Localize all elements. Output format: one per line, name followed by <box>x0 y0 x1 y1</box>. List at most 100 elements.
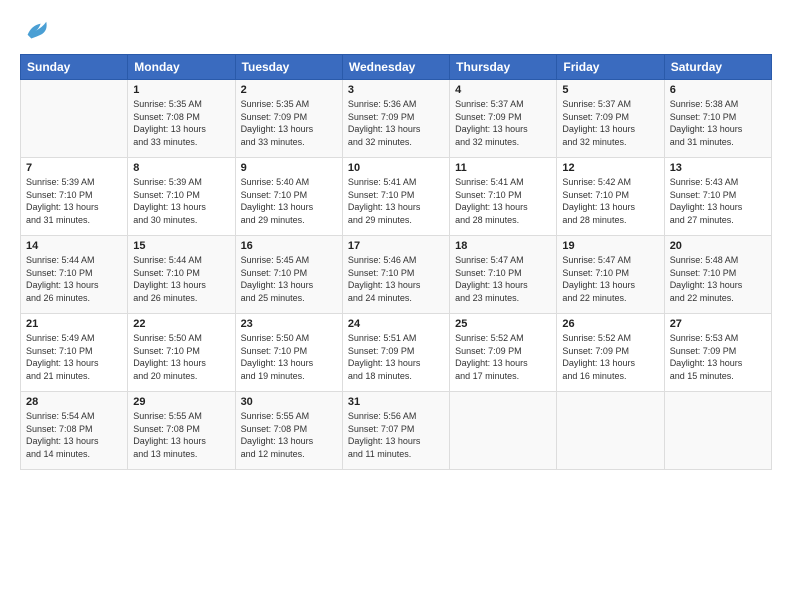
day-number: 28 <box>26 396 122 408</box>
day-number: 15 <box>133 240 229 252</box>
header-wednesday: Wednesday <box>342 55 449 80</box>
calendar-cell: 24Sunrise: 5:51 AM Sunset: 7:09 PM Dayli… <box>342 314 449 392</box>
day-number: 31 <box>348 396 444 408</box>
calendar-cell: 17 Sunrise: 5:46 AM Sunset: 7:10 PM Dayli… <box>342 236 449 314</box>
logo-bird-icon <box>22 18 50 46</box>
day-info: Sunrise: 5:45 AM Sunset: 7:10 PM Dayligh… <box>241 254 337 304</box>
day-number: 3 <box>348 84 444 96</box>
day-number: 13 <box>670 162 766 174</box>
calendar-cell <box>557 392 664 470</box>
day-info: Sunrise: 5:44 AM Sunset: 7:10 PM Dayligh… <box>26 254 122 304</box>
header-row: SundayMondayTuesdayWednesdayThursdayFrid… <box>21 55 772 80</box>
day-number: 5 <box>562 84 658 96</box>
calendar-table: SundayMondayTuesdayWednesdayThursdayFrid… <box>20 54 772 470</box>
logo <box>20 22 50 46</box>
day-number: 26 <box>562 318 658 330</box>
day-number: 12 <box>562 162 658 174</box>
calendar-cell <box>21 80 128 158</box>
day-info: Sunrise: 5:38 AM Sunset: 7:10 PM Dayligh… <box>670 98 766 148</box>
calendar-cell: 15 Sunrise: 5:44 AM Sunset: 7:10 PM Dayli… <box>128 236 235 314</box>
calendar-cell: 3 Sunrise: 5:36 AM Sunset: 7:09 PM Daylig… <box>342 80 449 158</box>
day-info: Sunrise: 5:47 AM Sunset: 7:10 PM Dayligh… <box>455 254 551 304</box>
day-info: Sunrise: 5:49 AM Sunset: 7:10 PM Dayligh… <box>26 332 122 382</box>
day-number: 9 <box>241 162 337 174</box>
calendar-cell: 14 Sunrise: 5:44 AM Sunset: 7:10 PM Dayli… <box>21 236 128 314</box>
day-info: Sunrise: 5:43 AM Sunset: 7:10 PM Dayligh… <box>670 176 766 226</box>
calendar-cell: 7 Sunrise: 5:39 AM Sunset: 7:10 PM Daylig… <box>21 158 128 236</box>
day-info: Sunrise: 5:37 AM Sunset: 7:09 PM Dayligh… <box>455 98 551 148</box>
day-info: Sunrise: 5:35 AM Sunset: 7:09 PM Dayligh… <box>241 98 337 148</box>
calendar-cell: 28 Sunrise: 5:54 AM Sunset: 7:08 PM Dayli… <box>21 392 128 470</box>
day-number: 25 <box>455 318 551 330</box>
day-number: 1 <box>133 84 229 96</box>
calendar-cell: 10 Sunrise: 5:41 AM Sunset: 7:10 PM Dayli… <box>342 158 449 236</box>
header-tuesday: Tuesday <box>235 55 342 80</box>
calendar-cell: 22Sunrise: 5:50 AM Sunset: 7:10 PM Dayli… <box>128 314 235 392</box>
day-info: Sunrise: 5:41 AM Sunset: 7:10 PM Dayligh… <box>348 176 444 226</box>
header-saturday: Saturday <box>664 55 771 80</box>
calendar-cell: 29Sunrise: 5:55 AM Sunset: 7:08 PM Dayli… <box>128 392 235 470</box>
day-info: Sunrise: 5:54 AM Sunset: 7:08 PM Dayligh… <box>26 410 122 460</box>
calendar-cell: 13 Sunrise: 5:43 AM Sunset: 7:10 PM Dayli… <box>664 158 771 236</box>
calendar-cell: 12 Sunrise: 5:42 AM Sunset: 7:10 PM Dayli… <box>557 158 664 236</box>
day-number: 17 <box>348 240 444 252</box>
calendar-cell: 20 Sunrise: 5:48 AM Sunset: 7:10 PM Dayli… <box>664 236 771 314</box>
day-number: 8 <box>133 162 229 174</box>
day-info: Sunrise: 5:39 AM Sunset: 7:10 PM Dayligh… <box>133 176 229 226</box>
calendar-cell: 31 Sunrise: 5:56 AM Sunset: 7:07 PM Dayli… <box>342 392 449 470</box>
calendar-cell: 19Sunrise: 5:47 AM Sunset: 7:10 PM Dayli… <box>557 236 664 314</box>
calendar-body: 1 Sunrise: 5:35 AM Sunset: 7:08 PM Daylig… <box>21 80 772 470</box>
calendar-cell: 9 Sunrise: 5:40 AM Sunset: 7:10 PM Daylig… <box>235 158 342 236</box>
day-info: Sunrise: 5:50 AM Sunset: 7:10 PM Dayligh… <box>133 332 229 382</box>
day-info: Sunrise: 5:46 AM Sunset: 7:10 PM Dayligh… <box>348 254 444 304</box>
day-number: 27 <box>670 318 766 330</box>
calendar-cell: 4 Sunrise: 5:37 AM Sunset: 7:09 PM Daylig… <box>450 80 557 158</box>
day-info: Sunrise: 5:48 AM Sunset: 7:10 PM Dayligh… <box>670 254 766 304</box>
day-info: Sunrise: 5:44 AM Sunset: 7:10 PM Dayligh… <box>133 254 229 304</box>
calendar-cell: 2 Sunrise: 5:35 AM Sunset: 7:09 PM Daylig… <box>235 80 342 158</box>
week-row-3: 21 Sunrise: 5:49 AM Sunset: 7:10 PM Dayli… <box>21 314 772 392</box>
day-number: 11 <box>455 162 551 174</box>
header-thursday: Thursday <box>450 55 557 80</box>
day-number: 30 <box>241 396 337 408</box>
day-info: Sunrise: 5:53 AM Sunset: 7:09 PM Dayligh… <box>670 332 766 382</box>
calendar-cell: 23Sunrise: 5:50 AM Sunset: 7:10 PM Dayli… <box>235 314 342 392</box>
day-info: Sunrise: 5:51 AM Sunset: 7:09 PM Dayligh… <box>348 332 444 382</box>
calendar-cell: 8 Sunrise: 5:39 AM Sunset: 7:10 PM Daylig… <box>128 158 235 236</box>
day-info: Sunrise: 5:36 AM Sunset: 7:09 PM Dayligh… <box>348 98 444 148</box>
calendar-cell: 30 Sunrise: 5:55 AM Sunset: 7:08 PM Dayli… <box>235 392 342 470</box>
day-info: Sunrise: 5:52 AM Sunset: 7:09 PM Dayligh… <box>455 332 551 382</box>
day-info: Sunrise: 5:52 AM Sunset: 7:09 PM Dayligh… <box>562 332 658 382</box>
day-info: Sunrise: 5:40 AM Sunset: 7:10 PM Dayligh… <box>241 176 337 226</box>
day-number: 21 <box>26 318 122 330</box>
day-number: 18 <box>455 240 551 252</box>
day-number: 2 <box>241 84 337 96</box>
calendar-cell: 25 Sunrise: 5:52 AM Sunset: 7:09 PM Dayli… <box>450 314 557 392</box>
calendar-cell: 18 Sunrise: 5:47 AM Sunset: 7:10 PM Dayli… <box>450 236 557 314</box>
day-info: Sunrise: 5:42 AM Sunset: 7:10 PM Dayligh… <box>562 176 658 226</box>
page: SundayMondayTuesdayWednesdayThursdayFrid… <box>0 0 792 480</box>
week-row-2: 14 Sunrise: 5:44 AM Sunset: 7:10 PM Dayli… <box>21 236 772 314</box>
calendar-header: SundayMondayTuesdayWednesdayThursdayFrid… <box>21 55 772 80</box>
calendar-cell: 1 Sunrise: 5:35 AM Sunset: 7:08 PM Daylig… <box>128 80 235 158</box>
day-info: Sunrise: 5:41 AM Sunset: 7:10 PM Dayligh… <box>455 176 551 226</box>
week-row-0: 1 Sunrise: 5:35 AM Sunset: 7:08 PM Daylig… <box>21 80 772 158</box>
day-info: Sunrise: 5:56 AM Sunset: 7:07 PM Dayligh… <box>348 410 444 460</box>
day-number: 6 <box>670 84 766 96</box>
day-info: Sunrise: 5:39 AM Sunset: 7:10 PM Dayligh… <box>26 176 122 226</box>
day-info: Sunrise: 5:55 AM Sunset: 7:08 PM Dayligh… <box>241 410 337 460</box>
day-info: Sunrise: 5:35 AM Sunset: 7:08 PM Dayligh… <box>133 98 229 148</box>
day-number: 20 <box>670 240 766 252</box>
day-number: 7 <box>26 162 122 174</box>
day-info: Sunrise: 5:47 AM Sunset: 7:10 PM Dayligh… <box>562 254 658 304</box>
header-friday: Friday <box>557 55 664 80</box>
day-number: 29 <box>133 396 229 408</box>
calendar-cell: 5Sunrise: 5:37 AM Sunset: 7:09 PM Daylig… <box>557 80 664 158</box>
day-number: 4 <box>455 84 551 96</box>
calendar-cell <box>450 392 557 470</box>
calendar-cell: 26 Sunrise: 5:52 AM Sunset: 7:09 PM Dayli… <box>557 314 664 392</box>
header <box>20 18 772 46</box>
day-number: 10 <box>348 162 444 174</box>
day-info: Sunrise: 5:50 AM Sunset: 7:10 PM Dayligh… <box>241 332 337 382</box>
day-number: 14 <box>26 240 122 252</box>
